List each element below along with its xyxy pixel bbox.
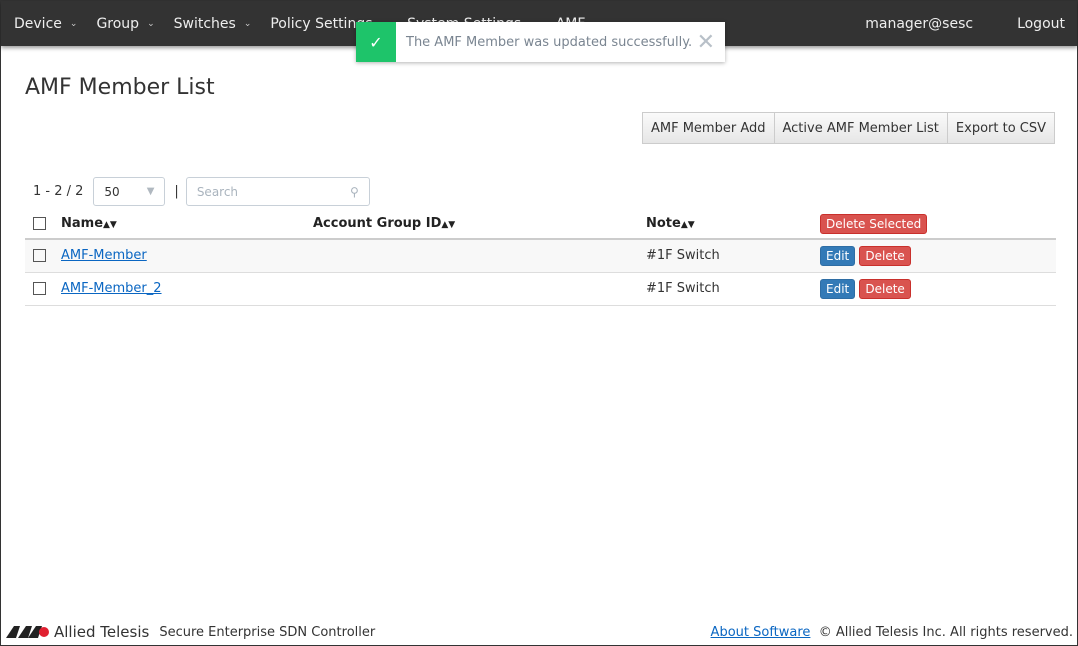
product-name: Secure Enterprise SDN Controller (159, 624, 376, 640)
page-size-value: 50 (104, 184, 120, 199)
sort-icon: ▲▼ (441, 220, 456, 230)
table-row: AMF-Member #1F Switch Edit Delete (25, 239, 1056, 273)
export-csv-button[interactable]: Export to CSV (946, 112, 1055, 144)
select-all-checkbox[interactable] (33, 217, 46, 230)
divider: | (174, 184, 179, 199)
member-link[interactable]: AMF-Member_2 (61, 281, 162, 296)
logout-link[interactable]: Logout (1017, 16, 1065, 32)
account-cell (313, 272, 646, 306)
nav-device[interactable]: Device ⌄ (1, 16, 77, 32)
page-title: AMF Member List (25, 75, 215, 100)
sort-icon: ▲▼ (680, 220, 695, 230)
search-placeholder: Search (196, 184, 239, 199)
note-cell: #1F Switch (646, 272, 820, 306)
header-name: Name (61, 216, 104, 231)
delete-button[interactable]: Delete (859, 245, 911, 266)
edit-button[interactable]: Edit (820, 278, 856, 299)
amf-member-add-button[interactable]: AMF Member Add (642, 112, 775, 144)
chevron-down-icon: ⌄ (147, 18, 155, 29)
footer: Allied Telesis Secure Enterprise SDN Con… (1, 619, 1077, 645)
toolbar: AMF Member Add Active AMF Member List Ex… (642, 112, 1055, 144)
delete-selected-button[interactable]: Delete Selected (820, 213, 928, 234)
nav-group[interactable]: Group ⌄ (83, 16, 154, 32)
account-cell (313, 239, 646, 273)
sort-note[interactable]: Note▲▼ (646, 209, 820, 240)
nav-label: Switches (173, 15, 236, 32)
success-toast: ✓ The AMF Member was updated successfull… (356, 22, 725, 62)
member-table: Name▲▼ Account Group ID▲▼ Note▲▼ Delete … (25, 209, 1056, 306)
nav-label: Device (14, 15, 62, 32)
search-input[interactable]: Search ⚲ (185, 177, 370, 206)
row-checkbox[interactable] (33, 249, 46, 263)
sort-icon: ▲▼ (103, 220, 117, 230)
search-icon: ⚲ (350, 184, 359, 199)
edit-button[interactable]: Edit (820, 245, 856, 266)
about-software-link[interactable]: About Software (711, 625, 811, 640)
chevron-down-icon: ⌄ (243, 18, 252, 29)
table-row: AMF-Member_2 #1F Switch Edit Delete (25, 272, 1056, 306)
range-label: 1 - 2 / 2 (33, 184, 84, 199)
table-header: Name▲▼ Account Group ID▲▼ Note▲▼ Delete … (25, 209, 1056, 240)
note-cell: #1F Switch (646, 239, 820, 273)
sort-name[interactable]: Name▲▼ (61, 209, 313, 240)
brand-logo: Allied Telesis (6, 623, 149, 641)
row-checkbox[interactable] (33, 282, 46, 295)
active-amf-member-list-button[interactable]: Active AMF Member List (773, 112, 948, 144)
page-size-select[interactable]: 50 ▼ (93, 177, 166, 206)
close-icon[interactable]: ✕ (697, 30, 715, 55)
delete-button[interactable]: Delete (859, 278, 911, 299)
user-menu[interactable]: manager@sesc (865, 16, 973, 32)
nav-label: Group (96, 15, 140, 32)
header-account: Account Group ID (313, 216, 442, 231)
nav-switches[interactable]: Switches ⌄ (161, 16, 252, 32)
list-controls: 1 - 2 / 2 50 ▼ | Search ⚲ (33, 177, 370, 206)
header-note: Note (646, 216, 681, 231)
copyright: © Allied Telesis Inc. All rights reserve… (818, 624, 1073, 640)
member-link[interactable]: AMF-Member (61, 248, 147, 263)
allied-telesis-logo-icon (6, 626, 49, 638)
caret-down-icon: ▼ (146, 186, 155, 197)
sort-account-group[interactable]: Account Group ID▲▼ (313, 209, 646, 240)
brand-name: Allied Telesis (54, 623, 150, 641)
check-icon: ✓ (356, 22, 396, 62)
chevron-down-icon: ⌄ (69, 18, 78, 29)
toast-message: The AMF Member was updated successfully. (406, 34, 693, 50)
